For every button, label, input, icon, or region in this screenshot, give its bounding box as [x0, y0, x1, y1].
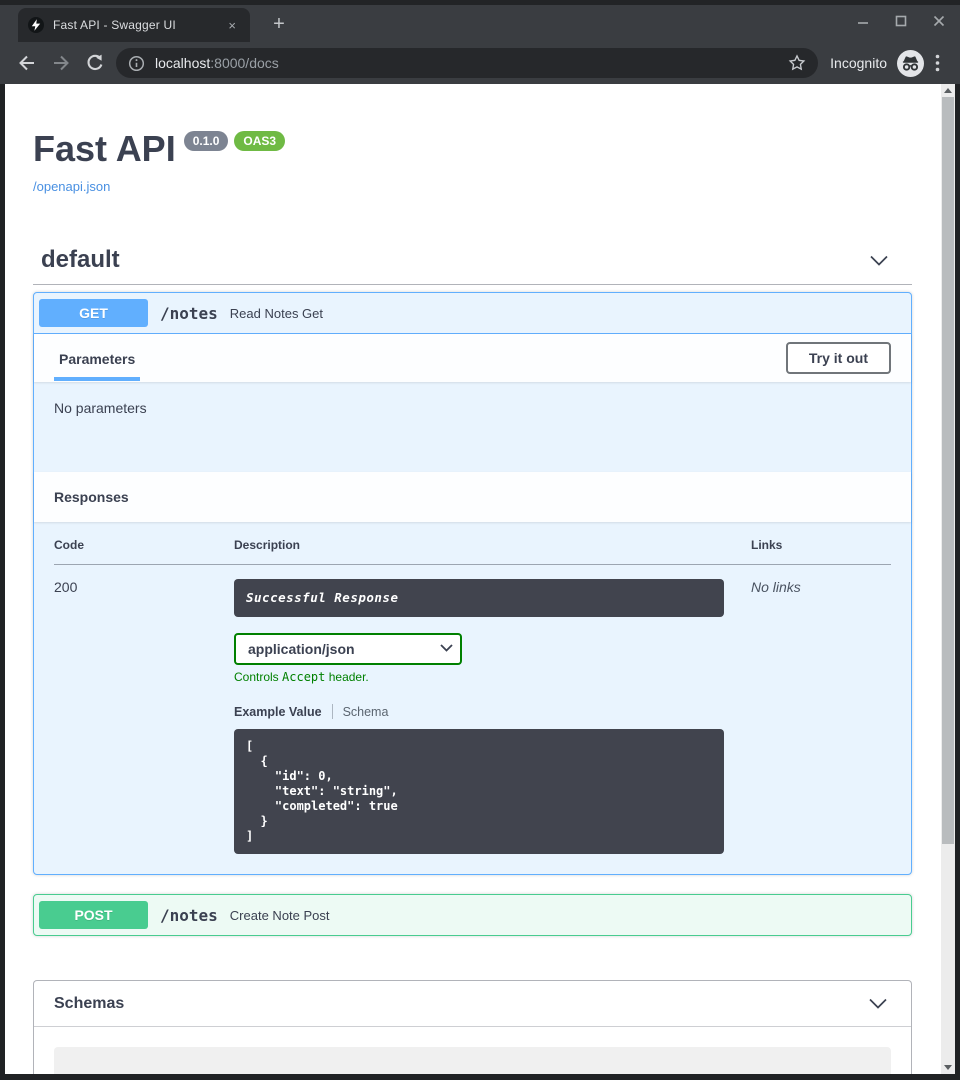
page-viewport: Fast API 0.1.0 OAS3 /openapi.json defaul… [5, 84, 941, 1074]
model-example-tabs: Example Value Schema [234, 704, 751, 719]
schemas-chevron-icon[interactable] [869, 998, 887, 1009]
browser-chrome: Fast API - Swagger UI × + [0, 0, 960, 84]
post-summary-row[interactable]: POST /notes Create Note Post [34, 895, 911, 935]
get-summary-text: Read Notes Get [230, 306, 323, 321]
oas3-badge: OAS3 [234, 131, 285, 151]
tab-close-icon[interactable]: × [224, 17, 240, 34]
version-badge: 0.1.0 [184, 131, 229, 151]
schemas-title: Schemas [54, 995, 124, 1013]
response-links: No links [751, 565, 891, 855]
accept-note-code: Accept [282, 670, 325, 684]
scroll-up-icon[interactable] [941, 84, 955, 97]
response-code: 200 [54, 565, 234, 855]
window-controls [856, 14, 946, 28]
browser-tab[interactable]: Fast API - Swagger UI × [18, 8, 250, 42]
model-note[interactable]: Note [54, 1047, 891, 1074]
api-info: Fast API 0.1.0 OAS3 /openapi.json [33, 128, 912, 196]
page-scrollbar[interactable] [941, 84, 955, 1074]
tag-section-default: default GET /notes Read Notes Get [33, 246, 912, 936]
code-column-header: Code [54, 538, 234, 565]
tab-title: Fast API - Swagger UI [53, 18, 215, 32]
tab-strip: Fast API - Swagger UI × + [0, 5, 960, 42]
media-type-select[interactable]: application/json [234, 633, 462, 665]
media-type-wrapper: application/json [234, 633, 462, 665]
response-row-200: 200 Successful Response application/json [54, 565, 891, 855]
opblock-post-notes: POST /notes Create Note Post [33, 894, 912, 936]
get-method-button[interactable]: GET [39, 299, 148, 327]
schemas-body: Note [34, 1027, 911, 1074]
get-path: /notes [160, 304, 218, 323]
response-description-panel: Successful Response [234, 579, 724, 617]
responses-body: Code Description Links 200 [34, 522, 911, 874]
collapse-chevron-icon[interactable] [870, 255, 888, 266]
opblock-get-notes: GET /notes Read Notes Get Parameters Try… [33, 292, 912, 875]
tab-schema[interactable]: Schema [343, 705, 389, 719]
tab-parameters[interactable]: Parameters [54, 336, 140, 381]
browser-toolbar: localhost:8000/docs Incognito [0, 42, 960, 84]
parameters-header: Parameters Try it out [34, 334, 911, 382]
address-bar[interactable]: localhost:8000/docs [116, 48, 818, 78]
post-summary-text: Create Note Post [230, 908, 330, 923]
tag-header-default[interactable]: default [33, 246, 912, 285]
page-info-icon[interactable] [128, 55, 145, 72]
example-value-code: [ { "id": 0, "text": "string", "complete… [234, 729, 724, 854]
scrollbar-thumb[interactable] [942, 97, 954, 844]
url-text[interactable]: localhost:8000/docs [155, 55, 279, 71]
scroll-down-icon[interactable] [941, 1061, 955, 1074]
bookmark-star-icon[interactable] [788, 54, 806, 72]
parameters-pane: No parameters [34, 382, 911, 472]
schemas-header[interactable]: Schemas [34, 981, 911, 1027]
response-description-text: Successful Response [246, 590, 399, 605]
openapi-spec-link[interactable]: /openapi.json [33, 179, 110, 194]
swagger-ui: Fast API 0.1.0 OAS3 /openapi.json defaul… [5, 84, 941, 1074]
tab-example-value[interactable]: Example Value [234, 705, 322, 719]
new-tab-button[interactable]: + [266, 13, 292, 35]
api-badges: 0.1.0 OAS3 [184, 131, 285, 151]
schemas-section: Schemas Note [33, 980, 912, 1074]
forward-icon[interactable] [44, 48, 78, 78]
responses-header: Responses [34, 472, 911, 522]
close-window-button[interactable] [932, 14, 946, 28]
responses-title: Responses [54, 489, 129, 505]
tab-divider [332, 704, 333, 719]
accept-note-prefix: Controls [234, 670, 282, 684]
incognito-icon [897, 50, 924, 77]
browser-menu-icon[interactable] [924, 48, 950, 78]
minimize-button[interactable] [856, 14, 870, 28]
accept-note-suffix: header. [325, 670, 368, 684]
browser-window: Fast API - Swagger UI × + [0, 0, 960, 1080]
responses-table: Code Description Links 200 [54, 538, 891, 854]
api-title-row: Fast API 0.1.0 OAS3 [33, 128, 912, 170]
incognito-label: Incognito [830, 55, 887, 71]
url-path: :8000/docs [210, 55, 279, 71]
get-summary-row[interactable]: GET /notes Read Notes Get [34, 293, 911, 334]
url-host: localhost [155, 55, 210, 71]
api-title: Fast API [33, 128, 176, 170]
back-icon[interactable] [10, 48, 44, 78]
maximize-button[interactable] [894, 14, 908, 28]
no-parameters-text: No parameters [54, 400, 147, 416]
links-column-header: Links [751, 538, 891, 565]
fastapi-favicon-icon [28, 17, 44, 33]
description-column-header: Description [234, 538, 751, 565]
post-method-button[interactable]: POST [39, 901, 148, 929]
try-it-out-button[interactable]: Try it out [786, 342, 891, 374]
accept-header-note: Controls Accept header. [234, 670, 751, 684]
post-path: /notes [160, 906, 218, 925]
reload-icon[interactable] [78, 48, 112, 78]
tag-title: default [41, 246, 120, 274]
response-description-cell: Successful Response application/json [234, 565, 751, 855]
